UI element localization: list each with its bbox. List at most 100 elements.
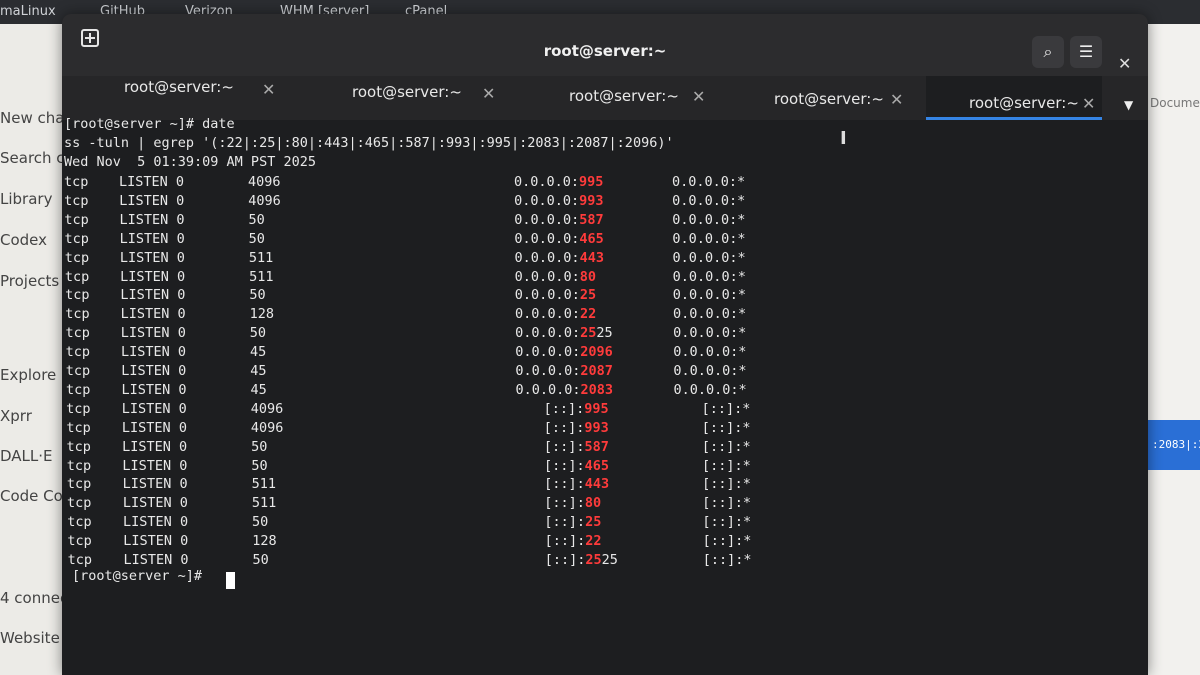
proto-cell: tcp — [66, 400, 91, 417]
local-port-highlight: 2096 — [580, 344, 613, 361]
peer-address-cell: 0.0.0.0:* — [672, 192, 746, 209]
proto-cell: tcp — [64, 268, 90, 285]
tab-close-icon[interactable]: ✕ — [1082, 94, 1095, 113]
local-address-cell: 0.0.0.0:465 — [514, 231, 603, 247]
tab-close-icon[interactable]: ✕ — [262, 80, 275, 99]
local-address-cell: 0.0.0.0:25 — [515, 287, 596, 303]
local-address: 0.0.0.0: — [515, 325, 581, 342]
local-address: 0.0.0.0: — [515, 381, 581, 398]
sidebar-item[interactable]: 4 connections — [0, 589, 70, 607]
text-cursor — [226, 572, 235, 589]
state-cell: LISTEN 0 — [123, 514, 189, 531]
tab-overflow-button[interactable]: ▼ — [1124, 98, 1133, 112]
peer-address-cell: [::]:* — [702, 476, 751, 493]
tab-3[interactable]: root@server:~ ✕ — [542, 76, 742, 120]
sidebar-item[interactable]: New chat — [0, 109, 70, 127]
state-cell: LISTEN 0 — [121, 344, 187, 361]
state-cell: LISTEN 0 — [121, 400, 187, 417]
local-address-cell: [::]:443 — [544, 476, 609, 492]
local-address: 0.0.0.0: — [514, 306, 580, 323]
tab-4[interactable]: root@server:~ ✕ — [752, 76, 932, 120]
local-port-highlight: 993 — [584, 419, 609, 436]
local-address-cell: [::]:80 — [544, 495, 601, 511]
date-output: Wed Nov 5 01:39:09 AM PST 2025 — [64, 154, 316, 170]
local-address-cell: 0.0.0.0:443 — [515, 250, 604, 266]
local-address: 0.0.0.0: — [514, 287, 580, 304]
menu-button[interactable]: ☰ — [1070, 36, 1102, 68]
sendq-cell: 511 — [249, 268, 274, 285]
tab-close-icon[interactable]: ✕ — [890, 90, 903, 109]
state-cell: LISTEN 0 — [119, 192, 185, 209]
sidebar-item[interactable]: Codex — [0, 231, 47, 249]
local-address-cell: 0.0.0.0:80 — [515, 269, 596, 285]
sendq-cell: 50 — [249, 287, 266, 304]
local-address: 0.0.0.0: — [514, 230, 580, 247]
sidebar-item[interactable]: Xprr — [0, 407, 32, 425]
sendq-cell: 511 — [251, 495, 277, 512]
tab-label: root@server:~ — [969, 94, 1079, 112]
sidebar-item[interactable]: Explore — [0, 366, 56, 384]
local-address-cell: 0.0.0.0:2096 — [515, 344, 613, 360]
sendq-cell: 50 — [251, 438, 268, 455]
proto-cell: tcp — [64, 174, 89, 190]
proto-cell: tcp — [65, 287, 90, 304]
local-address: [::]: — [544, 514, 586, 531]
background-sidebar: New chat Search chats Library Codex Proj… — [0, 24, 70, 675]
sendq-cell: 4096 — [250, 400, 284, 417]
sidebar-item[interactable]: Website title — [0, 629, 70, 647]
sidebar-item[interactable]: DALL·E — [0, 447, 53, 465]
local-port-highlight: 80 — [579, 268, 596, 285]
local-port-highlight: 993 — [579, 192, 604, 209]
proto-cell: tcp — [65, 381, 91, 398]
proto-cell: tcp — [65, 306, 90, 323]
tab-1[interactable]: root@server:~ ✕ — [92, 76, 302, 120]
proto-cell: tcp — [67, 552, 92, 568]
proto-cell: tcp — [67, 514, 92, 531]
search-icon: ⌕ — [1043, 42, 1053, 61]
tab-label: root@server:~ — [569, 87, 679, 105]
local-address: [::]: — [544, 476, 585, 493]
local-address-cell: [::]:465 — [544, 458, 609, 474]
tab-close-icon[interactable]: ✕ — [482, 84, 495, 103]
sidebar-item[interactable]: Library — [0, 190, 52, 208]
search-button[interactable]: ⌕ — [1032, 36, 1064, 68]
tab-close-icon[interactable]: ✕ — [692, 87, 705, 106]
state-cell: LISTEN 0 — [122, 457, 188, 474]
local-port-highlight: 587 — [584, 438, 609, 455]
tab-label: root@server:~ — [124, 78, 234, 96]
sendq-cell: 50 — [249, 325, 267, 342]
proto-cell: tcp — [64, 192, 89, 209]
sidebar-item[interactable]: Search chats — [0, 149, 70, 167]
peer-address-cell: [::]:* — [702, 533, 752, 550]
local-address: [::]: — [544, 533, 586, 550]
state-cell: LISTEN 0 — [121, 419, 187, 436]
sendq-cell: 50 — [251, 457, 268, 474]
state-cell: LISTEN 0 — [120, 287, 186, 304]
local-address: 0.0.0.0: — [514, 249, 580, 266]
local-port-highlight: 25 — [579, 287, 597, 304]
state-cell: LISTEN 0 — [119, 249, 185, 266]
terminal-output[interactable]: [root@server ~]# date ss -tuln | egrep '… — [62, 116, 1148, 675]
close-window-button[interactable]: ✕ — [1118, 54, 1131, 73]
tab-5-active[interactable]: root@server:~ ✕ — [926, 76, 1102, 120]
window-title: root@server:~ — [543, 42, 667, 60]
sendq-cell: 4096 — [250, 419, 284, 436]
peer-address-cell: [::]:* — [702, 514, 752, 531]
sidebar-item[interactable]: Code Copilot — [0, 487, 70, 505]
local-address: [::]: — [544, 552, 586, 568]
state-cell: LISTEN 0 — [120, 325, 186, 342]
local-address: 0.0.0.0: — [514, 174, 580, 190]
peer-address-cell: [::]:* — [701, 400, 751, 417]
document-label: Document 1 — [1150, 96, 1200, 110]
peer-address-cell: 0.0.0.0:* — [672, 268, 746, 285]
sendq-cell: 128 — [249, 306, 274, 323]
sendq-cell: 128 — [252, 533, 277, 550]
local-address-cell: 0.0.0.0:995 — [514, 174, 603, 190]
local-port-highlight: 443 — [579, 249, 604, 266]
sidebar-item[interactable]: Projects — [0, 272, 59, 290]
local-address-cell: 0.0.0.0:587 — [514, 212, 603, 228]
bookmark[interactable]: maLinux — [0, 4, 56, 19]
tab-2[interactable]: root@server:~ ✕ — [320, 76, 530, 120]
sendq-cell: 4096 — [248, 192, 281, 209]
local-address-cell: 0.0.0.0:993 — [514, 193, 603, 209]
